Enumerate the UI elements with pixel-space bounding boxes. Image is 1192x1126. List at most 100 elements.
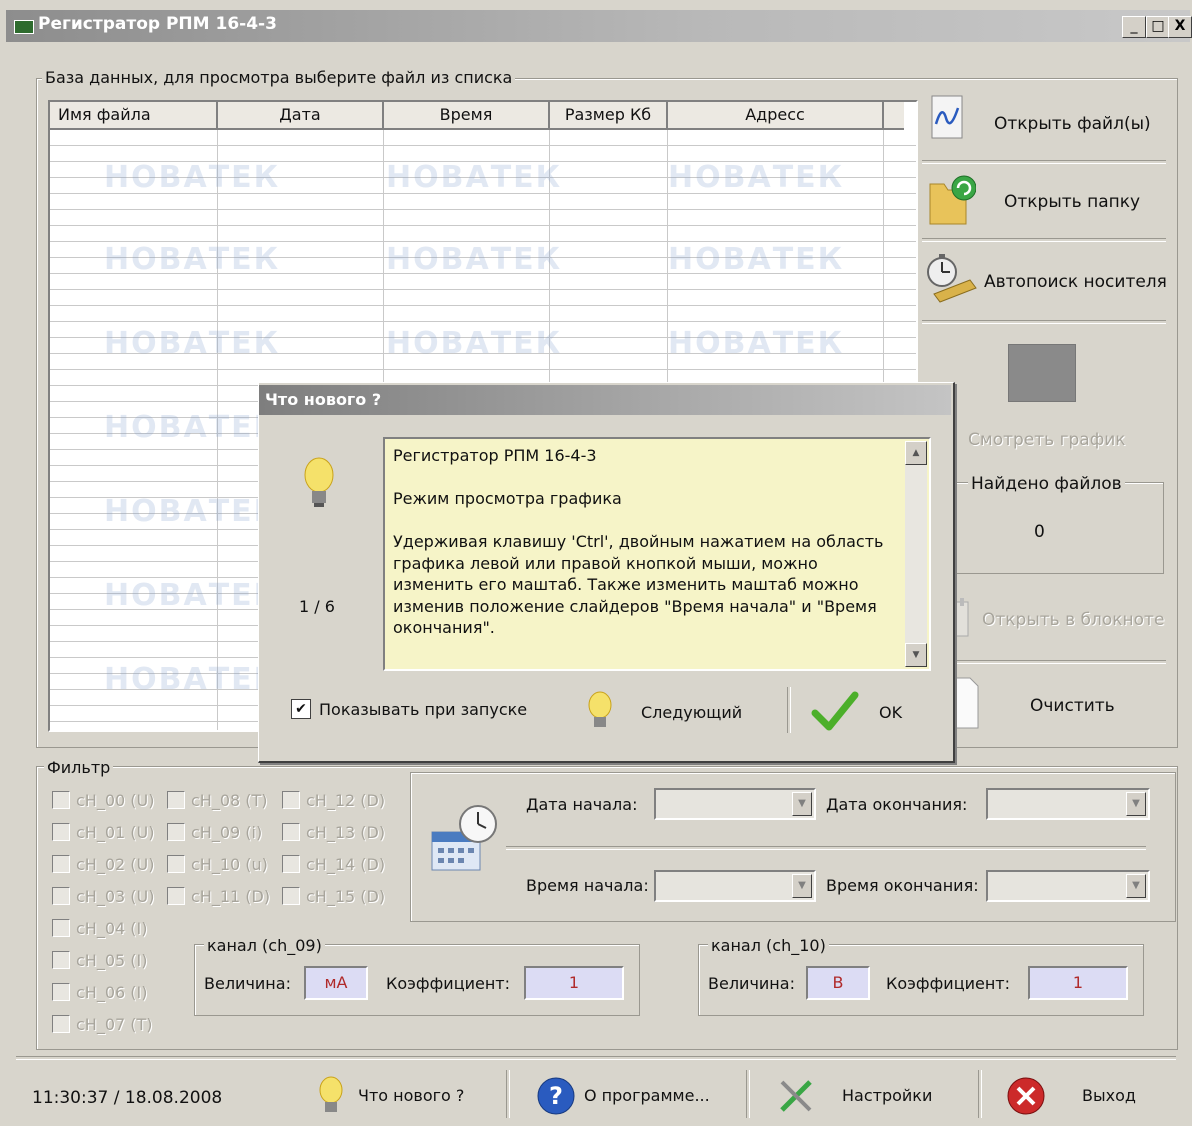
column-header-address[interactable]: Адресс <box>668 102 884 130</box>
divider <box>506 1070 510 1118</box>
scroll-up-button[interactable]: ▲ <box>905 441 927 465</box>
view-graph-button[interactable]: Смотреть график <box>968 430 1126 450</box>
chevron-down-icon[interactable]: ▼ <box>1126 792 1146 816</box>
memo-scrollbar[interactable]: ▲ ▼ <box>905 441 927 667</box>
stopwatch-usb-icon <box>927 254 977 303</box>
channel-checkbox-ch14[interactable]: cH_14 (D) <box>282 855 397 874</box>
channel-checkbox-ch04[interactable]: cH_04 (I) <box>52 919 167 938</box>
divider <box>506 846 1146 850</box>
open-notepad-button[interactable]: Открыть в блокноте <box>944 596 1168 648</box>
folder-refresh-icon <box>929 175 976 225</box>
divider <box>922 660 1166 664</box>
channel-checkbox-ch11[interactable]: cH_11 (D) <box>167 887 282 906</box>
document-chart-icon <box>931 95 963 139</box>
close-button[interactable]: X <box>1168 16 1192 38</box>
whats-new-dialog: Что нового ? 1 / 6 Регистратор РПМ 16-4-… <box>258 382 955 763</box>
channel-checkbox-ch13[interactable]: cH_13 (D) <box>282 823 397 842</box>
ch09-coef-field[interactable]: 1 <box>524 966 624 1000</box>
column-header-time[interactable]: Время <box>384 102 550 130</box>
ch10-coef-field[interactable]: 1 <box>1028 966 1128 1000</box>
watermark-logo: НОВАТЕК <box>668 242 845 277</box>
watermark-logo: НОВАТЕК <box>104 662 281 697</box>
svg-text:?: ? <box>549 1082 563 1110</box>
chevron-down-icon[interactable]: ▼ <box>1126 874 1146 898</box>
found-files-label: Найдено файлов <box>968 474 1125 494</box>
datetime-readout: 11:30:37 / 18.08.2008 <box>32 1088 223 1108</box>
ch10-quantity-field[interactable]: В <box>806 966 870 1000</box>
maximize-button[interactable]: □ <box>1146 16 1170 38</box>
watermark-logo: НОВАТЕК <box>386 242 563 277</box>
channel-checkbox-ch08[interactable]: cH_08 (T) <box>167 791 282 810</box>
channel-checkbox-ch03[interactable]: cH_03 (U) <box>52 887 167 906</box>
minimize-button[interactable]: _ <box>1122 16 1146 38</box>
date-start-dropdown[interactable]: ▼ <box>654 788 816 820</box>
divider <box>16 1056 1176 1060</box>
next-label: Следующий <box>641 703 743 722</box>
channel-checkbox-ch02[interactable]: cH_02 (U) <box>52 855 167 874</box>
found-files-count: 0 <box>1034 522 1045 542</box>
auto-search-label: Автопоиск носителя <box>984 272 1167 292</box>
ch09-quantity-field[interactable]: мА <box>304 966 368 1000</box>
column-header-spacer <box>884 102 904 130</box>
help-icon: ? <box>537 1077 575 1115</box>
dialog-text-memo[interactable]: Регистратор РПМ 16-4-3 Режим просмотра г… <box>383 437 931 671</box>
watermark-logo: НОВАТЕК <box>386 326 563 361</box>
ch09-quantity-label: Величина: <box>204 974 291 993</box>
ch09-coef-label: Коэффициент: <box>386 974 510 993</box>
title-bar[interactable]: Регистратор РПМ 16-4-3 _ □ X <box>6 10 1192 42</box>
checkmark-icon: ✔ <box>291 699 311 719</box>
show-on-start-checkbox[interactable]: ✔ Показывать при запуске <box>291 699 527 719</box>
column-header-filename[interactable]: Имя файла <box>50 102 218 130</box>
date-end-label: Дата окончания: <box>826 795 968 814</box>
whats-new-button[interactable]: Что нового ? <box>306 1070 506 1120</box>
show-on-start-label: Показывать при запуске <box>319 699 528 719</box>
channel-checkbox-ch09[interactable]: cH_09 (i) <box>167 823 282 842</box>
exit-button[interactable]: Выход <box>1002 1070 1172 1120</box>
chevron-down-icon[interactable]: ▼ <box>792 874 812 898</box>
lightbulb-icon <box>319 1076 343 1112</box>
open-files-label: Открыть файл(ы) <box>994 114 1151 134</box>
channel-checkbox-ch05[interactable]: cH_05 (I) <box>52 951 167 970</box>
channel-checkbox-ch06[interactable]: cH_06 (I) <box>52 983 167 1002</box>
channel-row: cH_03 (U) cH_11 (D) cH_15 (D) <box>52 880 397 912</box>
database-group-label: База данных, для просмотра выберите файл… <box>42 68 516 87</box>
date-end-dropdown[interactable]: ▼ <box>986 788 1150 820</box>
ok-button[interactable]: OK <box>807 685 927 735</box>
watermark-logo: НОВАТЕК <box>668 326 845 361</box>
channel-checkbox-ch10[interactable]: cH_10 (u) <box>167 855 282 874</box>
channel-checkbox-ch15[interactable]: cH_15 (D) <box>282 887 397 906</box>
scroll-down-button[interactable]: ▼ <box>905 643 927 667</box>
open-notepad-label: Открыть в блокноте <box>982 610 1165 630</box>
open-folder-button[interactable]: Открыть папку <box>922 166 1168 234</box>
dialog-title-bar[interactable]: Что нового ? <box>259 385 951 415</box>
memo-mode: Режим просмотра графика <box>393 489 622 508</box>
open-files-button[interactable]: Открыть файл(ы) <box>922 90 1168 156</box>
column-header-size[interactable]: Размер Кб <box>550 102 668 130</box>
channel-checkbox-ch00[interactable]: cH_00 (U) <box>52 791 167 810</box>
found-files-group <box>946 482 1164 574</box>
clear-button[interactable]: Очистить <box>946 672 1168 736</box>
memo-content: Регистратор РПМ 16-4-3 Режим просмотра г… <box>393 445 893 660</box>
memo-title: Регистратор РПМ 16-4-3 <box>393 446 597 465</box>
chevron-down-icon[interactable]: ▼ <box>792 792 812 816</box>
time-start-label: Время начала: <box>526 876 649 895</box>
auto-search-button[interactable]: Автопоиск носителя <box>922 246 1168 316</box>
graph-thumbnail-icon <box>1008 344 1076 402</box>
channel-checkbox-ch07[interactable]: cH_07 (T) <box>52 1015 167 1034</box>
time-start-dropdown[interactable]: ▼ <box>654 870 816 902</box>
app-icon <box>14 20 34 34</box>
divider <box>922 320 1166 324</box>
memo-body: Удерживая клавишу 'Ctrl', двойным нажати… <box>393 532 884 637</box>
lightbulb-icon <box>304 457 334 507</box>
exit-icon <box>1007 1077 1045 1115</box>
column-header-date[interactable]: Дата <box>218 102 384 130</box>
channel-checkbox-ch01[interactable]: cH_01 (U) <box>52 823 167 842</box>
watermark-logo: НОВАТЕК <box>104 160 281 195</box>
next-button[interactable]: Следующий <box>581 685 761 735</box>
channel-checkbox-ch12[interactable]: cH_12 (D) <box>282 791 397 810</box>
settings-button[interactable]: Настройки <box>772 1070 972 1120</box>
dialog-page-counter: 1 / 6 <box>299 597 335 616</box>
ch10-quantity-label: Величина: <box>708 974 795 993</box>
time-end-dropdown[interactable]: ▼ <box>986 870 1150 902</box>
about-button[interactable]: ? О программе... <box>532 1070 742 1120</box>
